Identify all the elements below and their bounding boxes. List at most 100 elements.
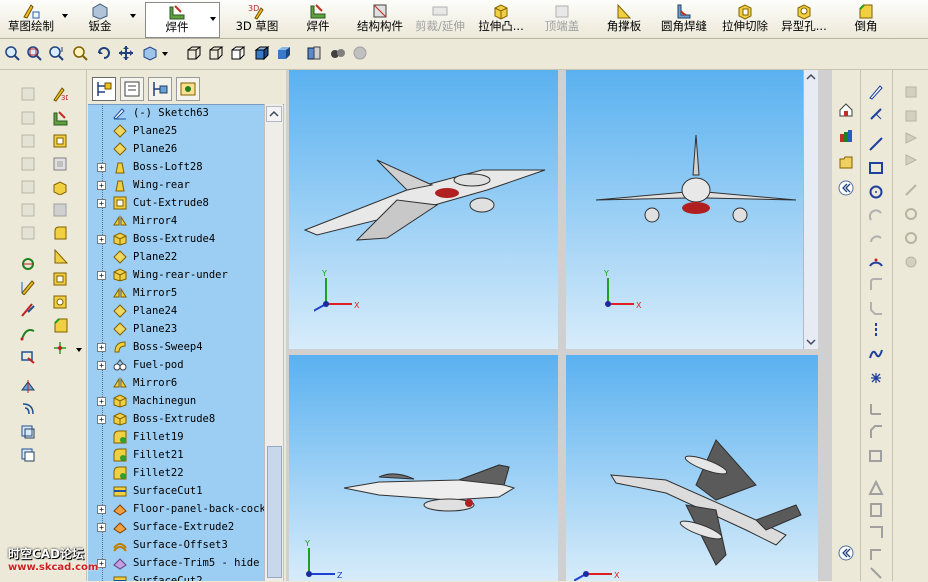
gusset-icon[interactable]: [52, 248, 68, 264]
feature-tree-item[interactable]: Fillet19: [88, 428, 264, 446]
weldment-icon[interactable]: [52, 110, 68, 126]
viewport-scrollbar[interactable]: [803, 70, 818, 349]
chamfer-button[interactable]: 倒角: [848, 2, 884, 36]
sheet-metal-dropdown-arrow[interactable]: [130, 14, 136, 18]
feature-tree-item[interactable]: Plane24: [88, 302, 264, 320]
tab-configuration-manager[interactable]: [148, 77, 172, 101]
line-icon[interactable]: [868, 136, 884, 152]
move-entities-icon[interactable]: [868, 524, 884, 540]
offset-entities-icon[interactable]: [868, 424, 884, 440]
shaded-icon[interactable]: [276, 45, 292, 61]
reference-geometry-icon[interactable]: [52, 340, 68, 356]
expand-toggle[interactable]: +: [97, 397, 106, 406]
disabled-tool-icon[interactable]: [903, 206, 919, 222]
end-cap-button[interactable]: 顶端盖: [540, 2, 584, 36]
extruded-cut-button[interactable]: 拉伸切除: [718, 2, 772, 36]
tab-property-manager[interactable]: [120, 77, 144, 101]
sheet-metal-button[interactable]: 钣金: [74, 2, 126, 36]
chamfer-icon[interactable]: [52, 317, 68, 333]
feature-tree-item[interactable]: + Boss-Loft28: [88, 158, 264, 176]
feature-tree-item[interactable]: + Wing-rear-under: [88, 266, 264, 284]
copy-entities-icon[interactable]: [868, 566, 884, 582]
graphics-area[interactable]: YXZ YX YZ: [286, 70, 832, 581]
zoom-to-selection-icon[interactable]: [72, 45, 88, 61]
extruded-cut-icon[interactable]: [52, 271, 68, 287]
expand-toggle[interactable]: +: [97, 415, 106, 424]
feature-tree-item[interactable]: + Floor-panel-back-cock: [88, 500, 264, 518]
end-cap-icon[interactable]: [52, 202, 68, 218]
disabled-tool-icon[interactable]: [903, 130, 919, 146]
tab-display-manager[interactable]: [176, 77, 200, 101]
feature-tree-item[interactable]: Fillet21: [88, 446, 264, 464]
zoom-in-out-icon[interactable]: [48, 45, 64, 61]
rectangle-icon[interactable]: [868, 160, 884, 176]
three-point-arc-icon[interactable]: [868, 254, 884, 270]
disabled-feature-icon[interactable]: [20, 86, 36, 102]
home-icon[interactable]: [838, 102, 854, 118]
scroll-down-arrow-icon[interactable]: [804, 335, 818, 349]
disabled-feature-icon[interactable]: [20, 179, 36, 195]
feature-tree-item[interactable]: SurfaceCut1: [88, 482, 264, 500]
sketch-pencil-icon[interactable]: [868, 84, 884, 100]
expand-toggle[interactable]: +: [97, 235, 106, 244]
feature-tree-item[interactable]: + Wing-rear: [88, 176, 264, 194]
feature-tree-scrollbar[interactable]: [264, 104, 283, 581]
convert-entities-icon[interactable]: [20, 348, 36, 364]
expand-toggle[interactable]: +: [97, 343, 106, 352]
feature-tree-item[interactable]: + Boss-Sweep4: [88, 338, 264, 356]
feature-tree-item[interactable]: + Surface-Extrude2: [88, 518, 264, 536]
view-orientation-dropdown[interactable]: [162, 52, 168, 56]
view-orientation-icon[interactable]: [142, 45, 158, 61]
section-view-icon[interactable]: [306, 45, 322, 61]
trim-entities-icon[interactable]: [20, 424, 36, 440]
trim-extend-button[interactable]: 剪裁/延伸: [410, 2, 470, 36]
zoom-to-area-icon[interactable]: [26, 45, 42, 61]
circle-icon[interactable]: [868, 184, 884, 200]
zoom-to-fit-icon[interactable]: [4, 45, 20, 61]
disabled-feature-icon[interactable]: [20, 156, 36, 172]
hole-wizard-button[interactable]: 异型孔...: [776, 2, 832, 36]
disabled-feature-icon[interactable]: [20, 133, 36, 149]
collapse-left-icon[interactable]: [838, 545, 854, 561]
feature-tree-item[interactable]: + Fuel-pod: [88, 356, 264, 374]
feature-tree-item[interactable]: Fillet22: [88, 464, 264, 482]
disabled-tool-icon[interactable]: [903, 84, 919, 100]
tab-feature-manager[interactable]: [92, 77, 116, 101]
extruded-boss-button[interactable]: 拉伸凸...: [472, 2, 530, 36]
feature-tree-item[interactable]: Mirror4: [88, 212, 264, 230]
feature-tree-item[interactable]: Plane23: [88, 320, 264, 338]
spline-tool-icon[interactable]: [20, 325, 36, 341]
realview-icon[interactable]: [352, 45, 368, 61]
smart-dimension-icon[interactable]: [20, 279, 36, 295]
disabled-tool-icon[interactable]: [903, 182, 919, 198]
viewport-front[interactable]: YX: [566, 70, 818, 349]
disabled-tool-icon[interactable]: [903, 152, 919, 168]
sketch-button[interactable]: 草图绘制: [2, 2, 60, 36]
shaded-with-edges-icon[interactable]: [254, 45, 270, 61]
disabled-tool-icon[interactable]: [903, 254, 919, 270]
weldment-button[interactable]: 焊件: [300, 2, 336, 36]
weldments-tab-button[interactable]: 焊件: [145, 2, 209, 38]
hole-wizard-icon[interactable]: [52, 294, 68, 310]
feature-tree-item[interactable]: (-) Sketch63: [88, 104, 264, 122]
wireframe-icon[interactable]: [186, 45, 202, 61]
rotate-entities-icon[interactable]: [868, 546, 884, 562]
extruded-boss-icon[interactable]: [52, 179, 68, 195]
feature-tree-item[interactable]: Plane22: [88, 248, 264, 266]
scroll-up-arrow-icon[interactable]: [804, 70, 818, 84]
face-fillet-icon[interactable]: [52, 225, 68, 241]
expand-toggle[interactable]: +: [97, 199, 106, 208]
feature-tree-item[interactable]: Mirror6: [88, 374, 264, 392]
structural-member-icon[interactable]: [52, 133, 68, 149]
expand-toggle[interactable]: +: [97, 523, 106, 532]
viewport-side[interactable]: YZ: [289, 355, 558, 581]
feature-tree-item[interactable]: Plane26: [88, 140, 264, 158]
feature-tree-item[interactable]: + Boss-Extrude4: [88, 230, 264, 248]
weldments-dropdown[interactable]: [207, 2, 220, 38]
structural-member-button[interactable]: 结构构件: [352, 2, 408, 36]
gusset-button[interactable]: 角撑板: [602, 2, 646, 36]
linear-pattern-icon[interactable]: [868, 502, 884, 518]
feature-tree-item[interactable]: Plane25: [88, 122, 264, 140]
rotate-view-icon[interactable]: [96, 45, 112, 61]
hidden-lines-visible-icon[interactable]: [208, 45, 224, 61]
